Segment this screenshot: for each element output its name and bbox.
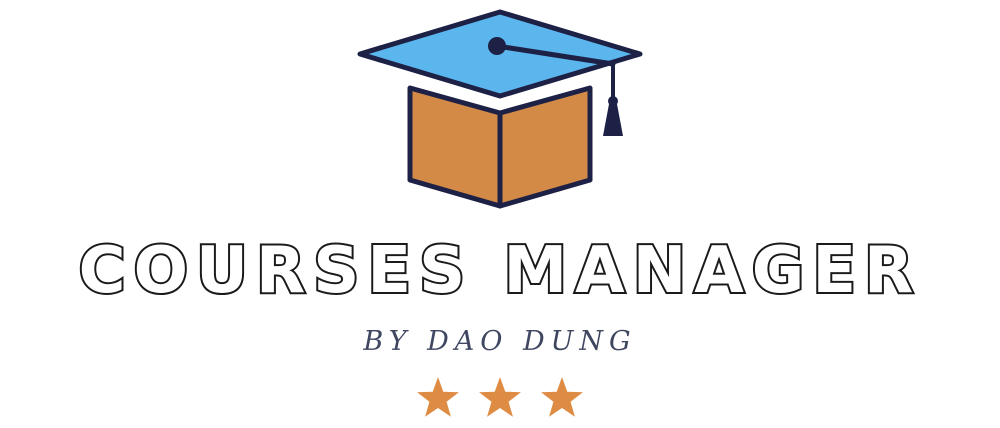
star-icon	[541, 377, 583, 417]
courses-manager-logo: COURSES MANAGER BY DAO DUNG	[0, 0, 1000, 428]
star-icon	[417, 377, 459, 417]
logo-title: COURSES MANAGER	[77, 232, 922, 310]
tassel-button	[488, 37, 506, 55]
star-icon	[479, 377, 521, 417]
tassel-fringe	[603, 104, 623, 136]
star-rating	[417, 377, 583, 417]
box-right-face	[497, 85, 593, 209]
logo-subtitle: BY DAO DUNG	[363, 326, 637, 357]
box-left-face	[407, 85, 503, 209]
graduation-cap-icon	[357, 9, 643, 209]
